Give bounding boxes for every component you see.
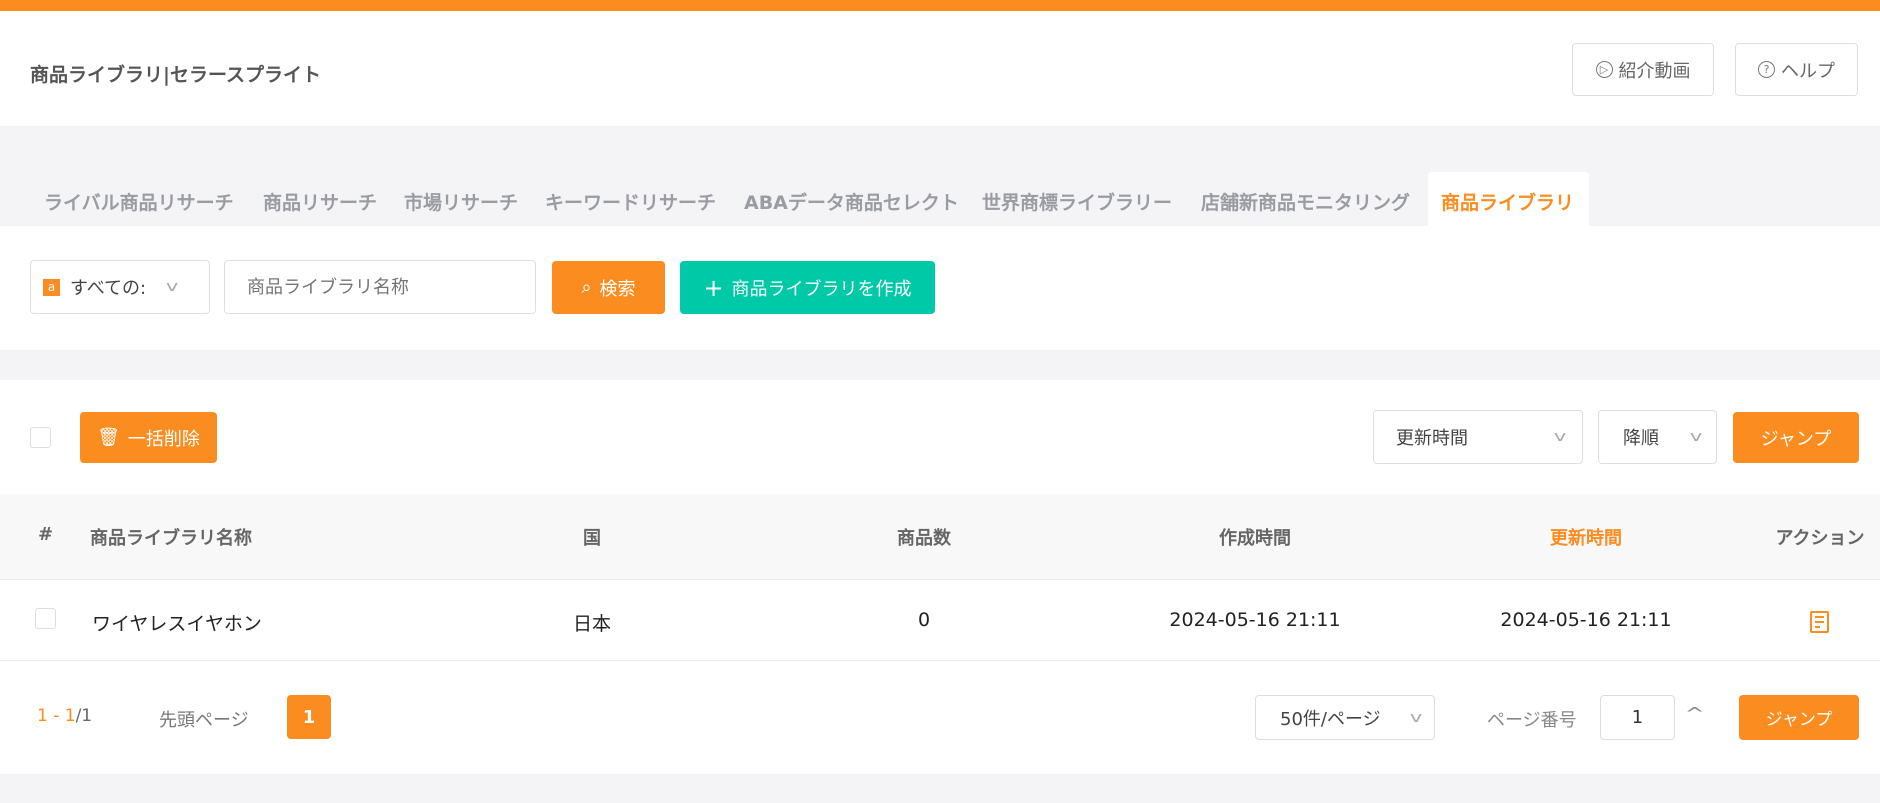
search-label: 検索: [599, 278, 636, 300]
tab-keyword-research[interactable]: キーワードリサーチ: [545, 188, 716, 215]
tab-product-library[interactable]: 商品ライブラリ: [1441, 188, 1574, 215]
page-number-label: ページ番号: [1487, 710, 1577, 731]
page-range-value: 1 - 1: [37, 706, 76, 726]
marketplace-select[interactable]: a すべての: v: [30, 260, 210, 314]
intro-video-label: 紹介動画: [1618, 60, 1691, 82]
col-updated[interactable]: 更新時間: [1550, 524, 1622, 550]
page-size-value: 50件/ページ: [1280, 708, 1381, 730]
bulk-delete-button[interactable]: 🗑 一括削除: [80, 412, 217, 463]
marketplace-value: すべての:: [70, 278, 147, 299]
help-label: ヘルプ: [1781, 60, 1835, 82]
chevron-down-icon: v: [1553, 429, 1567, 445]
page-size-select[interactable]: 50件/ページ v: [1255, 695, 1435, 740]
search-icon: ⌕: [581, 277, 592, 298]
sort-field-select[interactable]: 更新時間 v: [1373, 410, 1583, 464]
col-created: 作成時間: [1219, 528, 1291, 549]
page-total: /1: [75, 706, 93, 726]
top-accent-bar: [0, 0, 1880, 11]
intro-video-button[interactable]: ▷ 紹介動画: [1572, 43, 1714, 96]
sort-order-select[interactable]: 降順 v: [1598, 410, 1717, 464]
library-name-input[interactable]: [224, 260, 536, 314]
tab-trademark-library[interactable]: 世界商標ライブラリー: [982, 188, 1172, 215]
row-checkbox[interactable]: [35, 608, 56, 629]
select-all-checkbox[interactable]: [30, 427, 51, 448]
amazon-icon: a: [43, 278, 60, 296]
trash-icon: 🗑: [97, 427, 120, 448]
question-icon: ?: [1758, 61, 1775, 78]
tab-rival-research[interactable]: ライバル商品リサーチ: [44, 188, 234, 215]
page-title: 商品ライブラリ|セラースプライト: [30, 64, 321, 86]
search-button[interactable]: ⌕ 検索: [552, 261, 665, 314]
play-icon: ▷: [1595, 61, 1613, 78]
chevron-down-icon: v: [165, 279, 179, 295]
col-count: 商品数: [897, 528, 951, 549]
help-button[interactable]: ? ヘルプ: [1735, 43, 1858, 96]
row-count: 0: [917, 609, 931, 631]
tab-aba-select[interactable]: ABAデータ商品セレクト: [744, 188, 959, 215]
plus-icon: +: [703, 273, 724, 302]
tab-product-research[interactable]: 商品リサーチ: [263, 188, 377, 215]
create-library-button[interactable]: + 商品ライブラリを作成: [680, 261, 935, 314]
col-action: アクション: [1775, 528, 1865, 549]
sort-jump-button[interactable]: ジャンプ: [1733, 412, 1859, 463]
row-updated: 2024-05-16 21:11: [1500, 609, 1672, 631]
sort-field-value: 更新時間: [1396, 428, 1468, 449]
page-1-button[interactable]: 1: [287, 695, 331, 739]
page-number-input[interactable]: 1: [1600, 695, 1675, 740]
tab-store-monitoring[interactable]: 店舗新商品モニタリング: [1201, 188, 1410, 215]
col-country: 国: [583, 528, 601, 549]
row-country: 日本: [572, 613, 612, 635]
col-name: 商品ライブラリ名称: [90, 528, 252, 549]
col-index: #: [38, 524, 54, 545]
page-jump-button[interactable]: ジャンプ: [1739, 695, 1859, 740]
page-range: 1 - 1/1: [37, 706, 92, 726]
sort-order-value: 降順: [1623, 428, 1659, 449]
chevron-down-icon: v: [1409, 709, 1423, 726]
row-created: 2024-05-16 21:11: [1169, 609, 1341, 631]
create-label: 商品ライブラリを作成: [731, 278, 912, 300]
row-name[interactable]: ワイヤレスイヤホン: [92, 609, 262, 636]
bulk-delete-label: 一括削除: [127, 428, 200, 450]
tab-market-research[interactable]: 市場リサーチ: [404, 188, 518, 215]
chevron-down-icon: v: [1689, 429, 1703, 445]
detail-icon[interactable]: [1810, 611, 1829, 633]
first-page-link[interactable]: 先頭ページ: [159, 706, 249, 732]
chevron-up-icon[interactable]: ^: [1685, 704, 1705, 723]
